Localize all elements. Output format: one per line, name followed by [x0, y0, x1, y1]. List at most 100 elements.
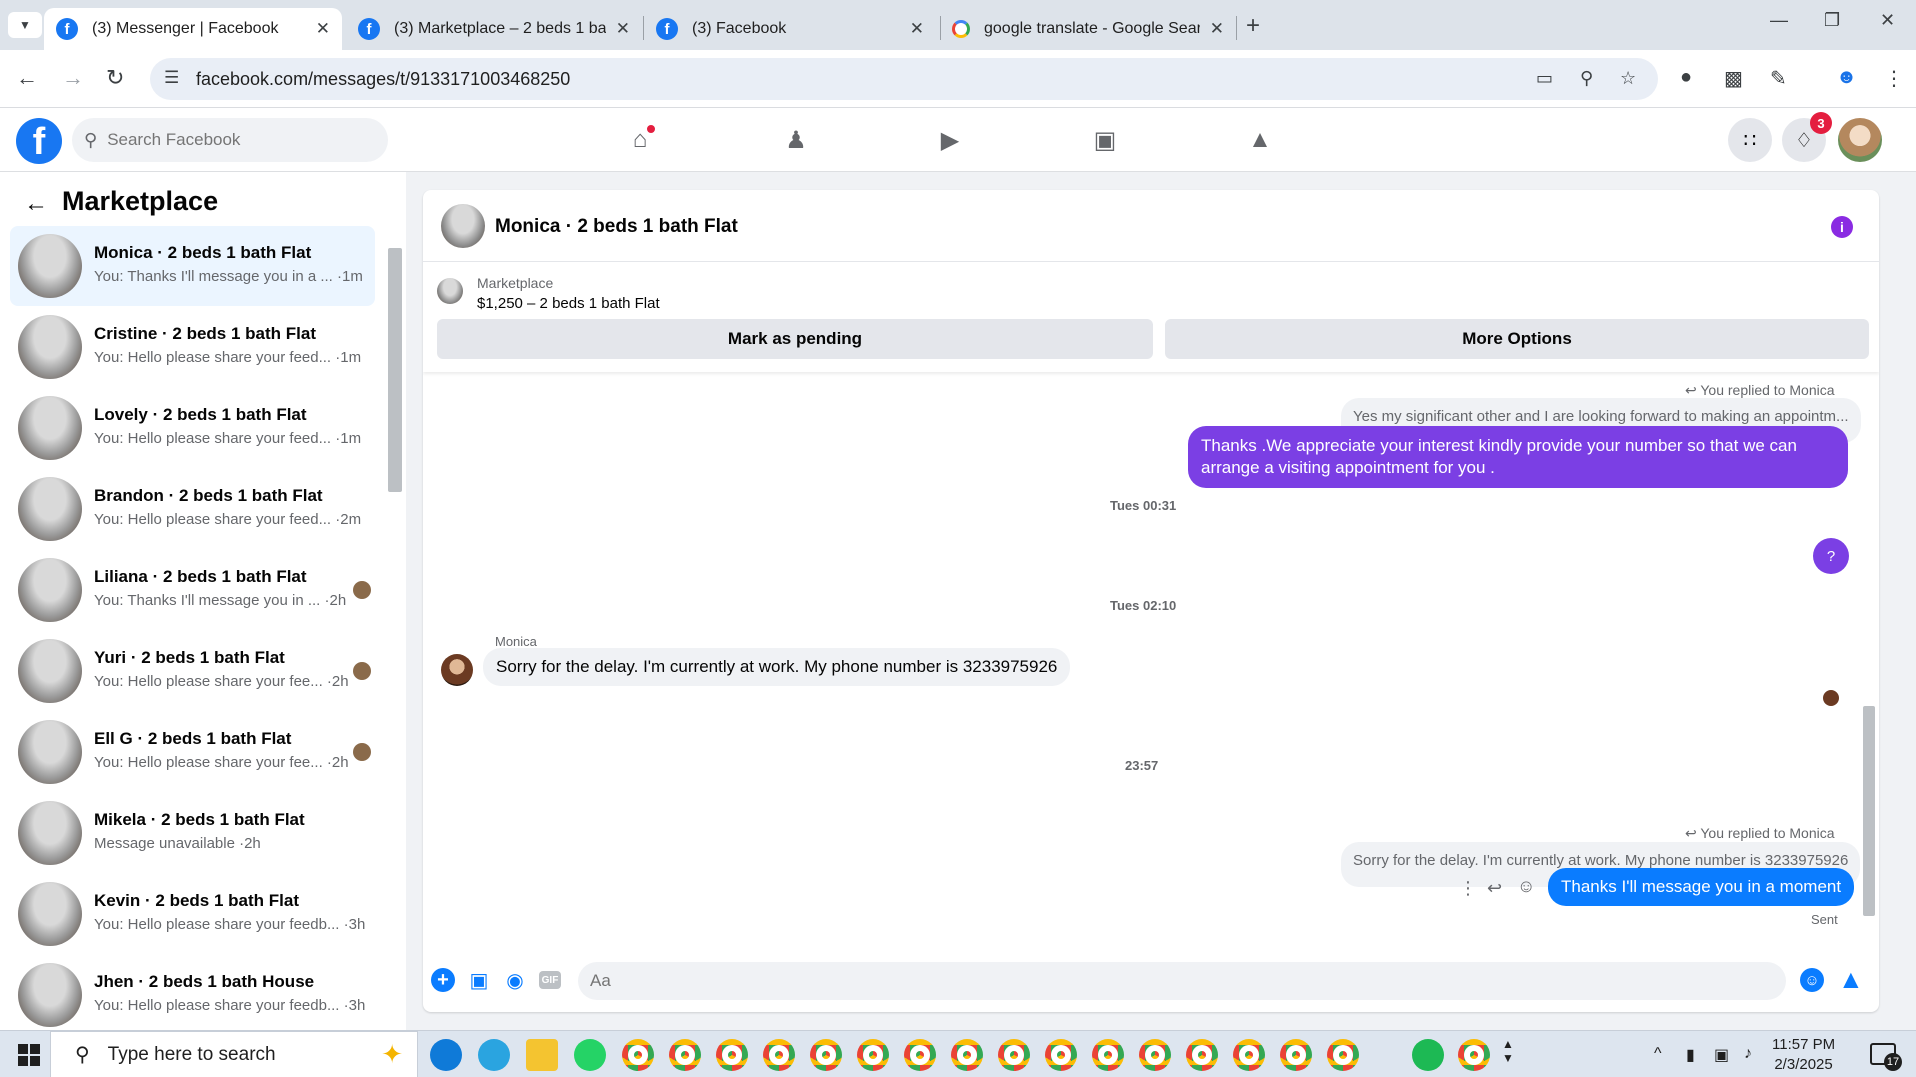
outgoing-message[interactable]: Thanks I'll message you in a moment [1548, 868, 1855, 906]
photo-icon[interactable]: ▣ [467, 968, 491, 992]
chrome-profile-icon[interactable] [622, 1039, 654, 1071]
tab-marketplace[interactable]: f (3) Marketplace – 2 beds 1 bath ✕ [346, 8, 642, 50]
tab-google-search[interactable]: G google translate - Google Search ✕ [940, 8, 1236, 50]
chat-avatar[interactable] [441, 204, 485, 248]
minimize-icon[interactable]: — [1770, 10, 1788, 31]
chrome-profile-icon[interactable] [1280, 1039, 1312, 1071]
gif-icon[interactable]: GIF [539, 971, 561, 989]
close-window-icon[interactable]: ✕ [1880, 10, 1895, 31]
chrome-profile-icon[interactable] [763, 1039, 795, 1071]
marketplace-icon[interactable]: ▣ [1085, 122, 1125, 158]
friends-icon[interactable]: ♟ [776, 122, 816, 158]
robot-extension-icon[interactable]: ▩ [1724, 66, 1743, 91]
install-app-icon[interactable]: ▭ [1536, 68, 1553, 89]
back-arrow-icon[interactable]: ← [24, 190, 48, 218]
site-info-icon[interactable]: ☰ [164, 68, 179, 88]
message-input[interactable] [578, 962, 1786, 1000]
browser-menu-icon[interactable]: ⋮ [1884, 66, 1904, 91]
back-icon[interactable]: ← [16, 65, 38, 91]
info-icon[interactable]: i [1831, 216, 1853, 238]
tab-messenger[interactable]: f (3) Messenger | Facebook ✕ [44, 8, 342, 50]
account-avatar[interactable] [1838, 118, 1882, 162]
thumbs-up-icon[interactable]: ▲ [1838, 964, 1864, 995]
video-icon[interactable]: ▶ [930, 122, 970, 158]
more-options-button[interactable]: More Options [1165, 319, 1869, 359]
reply-icon[interactable]: ↩ [1487, 878, 1502, 899]
facebook-search[interactable]: ⚲ [72, 118, 388, 162]
telegram-icon[interactable] [478, 1039, 510, 1071]
incoming-message[interactable]: Sorry for the delay. I'm currently at wo… [483, 648, 1071, 686]
chrome-profile-icon[interactable] [904, 1039, 936, 1071]
conversation-item[interactable]: Ell G · 2 beds 1 bath Flat You: Hello ple… [10, 712, 375, 792]
listing-thumbnail[interactable] [437, 278, 463, 304]
react-icon[interactable]: ☺ [1517, 876, 1535, 897]
file-explorer-icon[interactable] [526, 1039, 558, 1071]
extensions-puzzle-icon[interactable]: ✎ [1770, 66, 1787, 91]
conversation-item[interactable]: Monica · 2 beds 1 bath Flat You: Thanks I… [10, 226, 375, 306]
system-clock[interactable]: 11:57 PM 2/3/2025 [1772, 1035, 1835, 1075]
gaming-icon[interactable]: ▲ [1240, 122, 1280, 158]
facebook-logo-icon[interactable]: f [16, 118, 62, 164]
notification-center-icon[interactable]: 17 [1870, 1043, 1902, 1071]
conversation-item[interactable]: Yuri · 2 beds 1 bath Flat You: Hello plea… [10, 631, 375, 711]
conversation-item[interactable]: Brandon · 2 beds 1 bath Flat You: Hello p… [10, 469, 375, 549]
notifications-bell-icon[interactable]: ♢ 3 [1782, 112, 1832, 162]
chrome-profile-icon[interactable] [951, 1039, 983, 1071]
bookmark-star-icon[interactable]: ☆ [1620, 68, 1636, 89]
taskbar-scroll-icon[interactable]: ▲ ▼ [1502, 1037, 1514, 1065]
network-icon[interactable]: ▣ [1714, 1045, 1729, 1065]
conversation-item[interactable]: Jhen · 2 beds 1 bath House You: Hello ple… [10, 955, 375, 1035]
sticker-icon[interactable]: ◉ [503, 968, 527, 992]
chrome-profile-icon[interactable] [716, 1039, 748, 1071]
restore-icon[interactable]: ❐ [1824, 10, 1840, 31]
chrome-profile-icon[interactable] [1092, 1039, 1124, 1071]
tab-facebook[interactable]: f (3) Facebook ✕ [644, 8, 936, 50]
conversation-item[interactable]: Lovely · 2 beds 1 bath Flat You: Hello pl… [10, 388, 375, 468]
volume-icon[interactable]: ♪ [1744, 1045, 1752, 1063]
more-actions-icon[interactable]: ⋮ [1459, 878, 1477, 899]
emoji-icon[interactable]: ☺ [1800, 968, 1824, 992]
battery-icon[interactable]: ▮ [1686, 1045, 1695, 1065]
sender-avatar[interactable] [441, 654, 473, 686]
whatsapp-icon[interactable] [574, 1039, 606, 1071]
chrome-profile-icon[interactable] [669, 1039, 701, 1071]
chrome-profile-icon[interactable] [1327, 1039, 1359, 1071]
conversation-item[interactable]: Liliana · 2 beds 1 bath Flat You: Thanks … [10, 550, 375, 630]
show-hidden-icons-icon[interactable]: ^ [1654, 1045, 1662, 1063]
menu-grid-icon[interactable]: ∷ [1728, 118, 1772, 162]
conversation-item[interactable]: Mikela · 2 beds 1 bath Flat Message unava… [10, 793, 375, 873]
outgoing-message[interactable]: Thanks .We appreciate your interest kind… [1188, 426, 1848, 488]
zoom-icon[interactable]: ⚲ [1580, 68, 1593, 89]
spotify-icon[interactable] [1412, 1039, 1444, 1071]
reload-icon[interactable]: ↻ [106, 65, 124, 91]
sidebar-scrollbar[interactable] [388, 248, 402, 492]
listing-title[interactable]: $1,250 – 2 beds 1 bath Flat [477, 295, 660, 312]
close-tab-icon[interactable]: ✕ [616, 19, 630, 39]
cookie-extension-icon[interactable]: ● [1680, 66, 1692, 89]
outgoing-message[interactable]: ? [1813, 538, 1849, 574]
close-tab-icon[interactable]: ✕ [316, 19, 330, 39]
taskbar-search[interactable]: ⚲ Type here to search ✦ [50, 1031, 418, 1077]
chat-title[interactable]: Monica · 2 beds 1 bath Flat [495, 216, 738, 238]
chrome-profile-icon[interactable] [1139, 1039, 1171, 1071]
chrome-profile-icon[interactable] [1045, 1039, 1077, 1071]
close-tab-icon[interactable]: ✕ [1210, 19, 1224, 39]
mark-as-pending-button[interactable]: Mark as pending [437, 319, 1153, 359]
windows-start-icon[interactable] [18, 1044, 40, 1066]
close-tab-icon[interactable]: ✕ [910, 19, 924, 39]
tab-search-button[interactable]: ▼ [8, 12, 42, 38]
conversation-item[interactable]: Cristine · 2 beds 1 bath Flat You: Hello … [10, 307, 375, 387]
conversation-item[interactable]: Kevin · 2 beds 1 bath Flat You: Hello ple… [10, 874, 375, 954]
home-icon[interactable]: ⌂ [620, 122, 660, 158]
chrome-profile-icon[interactable] [1233, 1039, 1265, 1071]
edge-icon[interactable] [430, 1039, 462, 1071]
chrome-profile-icon[interactable] [1186, 1039, 1218, 1071]
chrome-icon[interactable] [1458, 1039, 1490, 1071]
omnibox[interactable]: ☰ facebook.com/messages/t/91331710034682… [150, 58, 1658, 100]
forward-icon[interactable]: → [62, 65, 84, 91]
new-tab-icon[interactable]: + [1246, 12, 1260, 40]
chrome-profile-icon[interactable] [810, 1039, 842, 1071]
url-text[interactable]: facebook.com/messages/t/9133171003468250 [196, 69, 570, 90]
add-icon[interactable]: + [431, 968, 455, 992]
profile-icon[interactable]: ☻ [1836, 66, 1857, 89]
